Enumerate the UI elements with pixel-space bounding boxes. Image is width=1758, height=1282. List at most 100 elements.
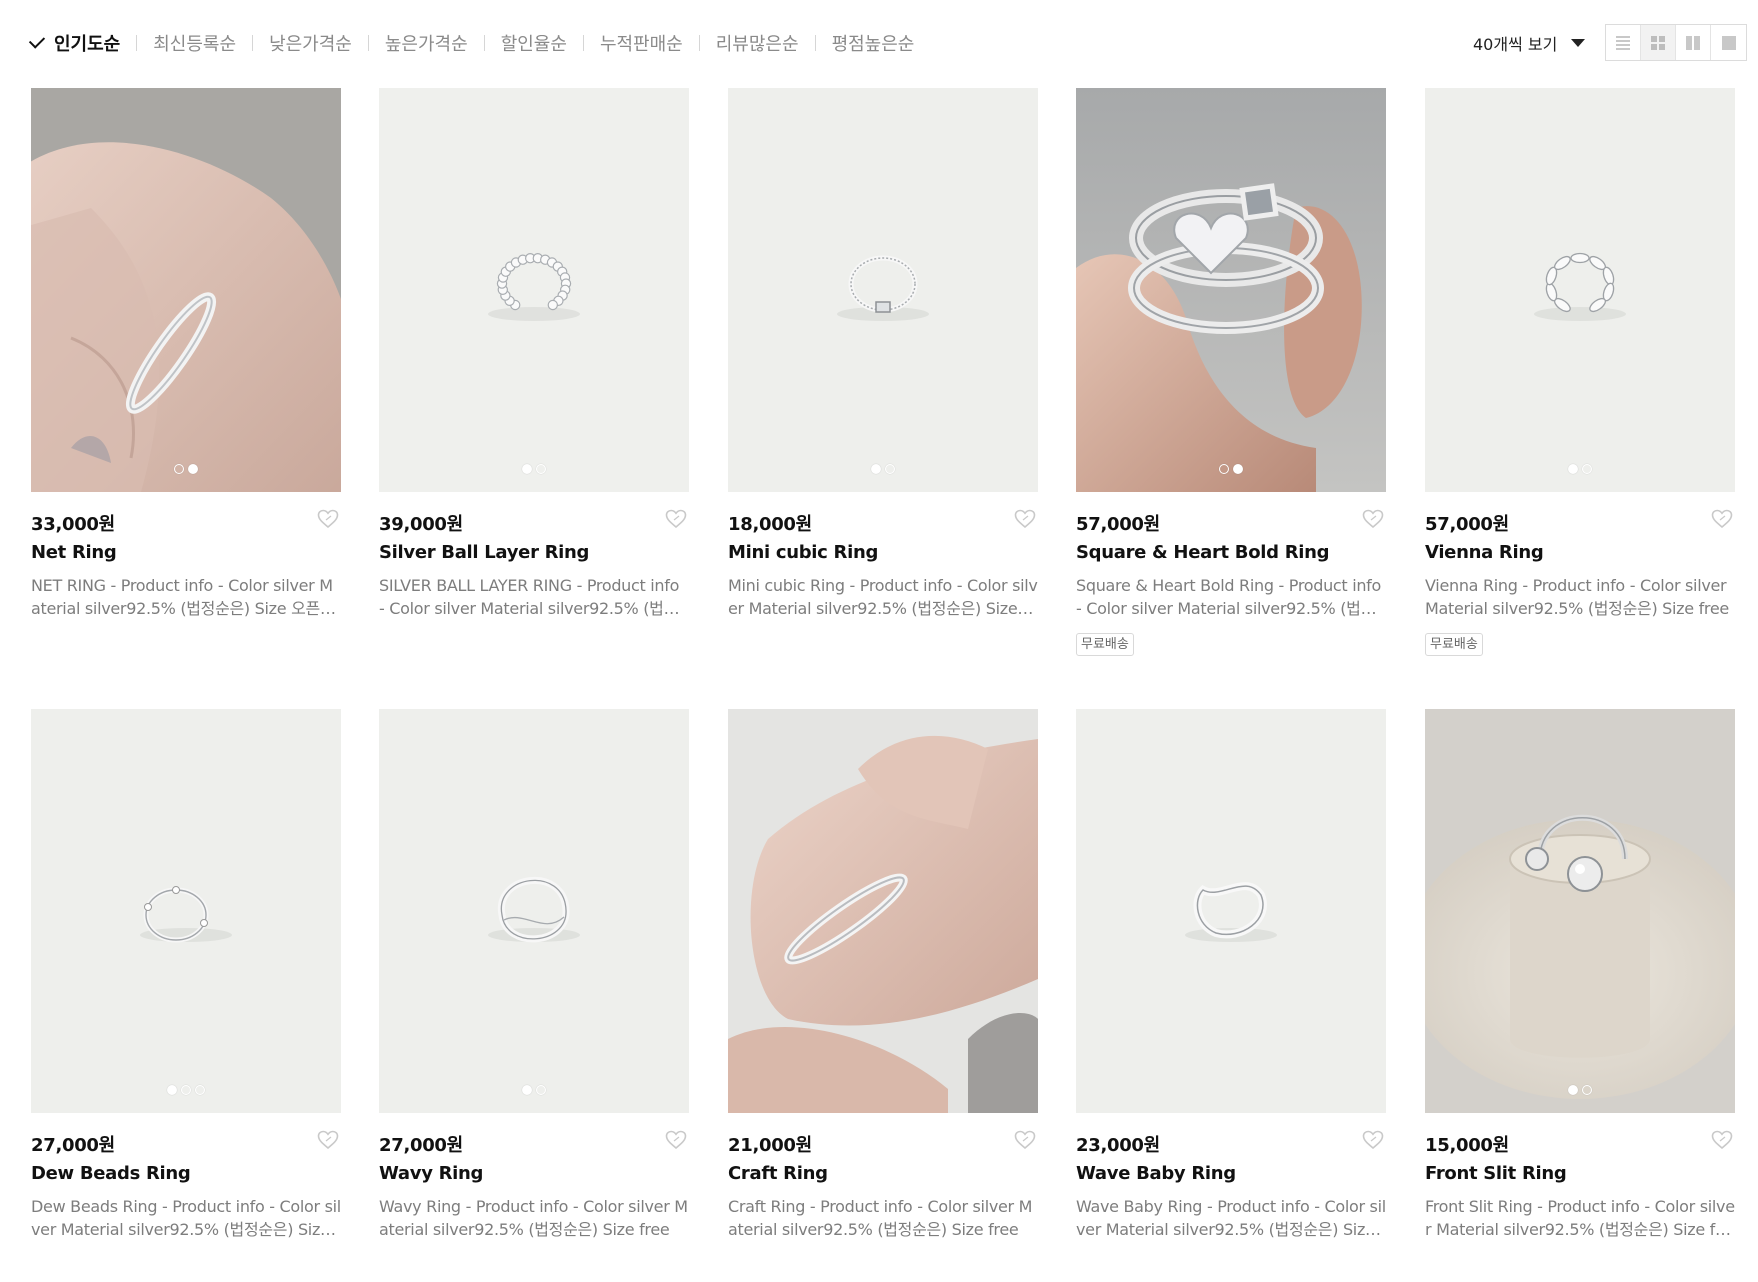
image-pager-dots bbox=[379, 1085, 689, 1095]
heart-icon[interactable] bbox=[1711, 509, 1733, 534]
product-name[interactable]: Wavy Ring bbox=[379, 1163, 689, 1187]
product-name[interactable]: Mini cubic Ring bbox=[728, 542, 1038, 566]
product-price: 15,000원 bbox=[1425, 1135, 1509, 1156]
heart-icon[interactable] bbox=[665, 509, 687, 534]
sort-option[interactable]: 최신등록순 bbox=[153, 30, 236, 56]
image-pager-dots bbox=[31, 464, 341, 474]
heart-icon[interactable] bbox=[1014, 1130, 1036, 1155]
product-name[interactable]: Vienna Ring bbox=[1425, 542, 1735, 566]
pager-dot[interactable] bbox=[536, 1085, 546, 1095]
product-description: Square & Heart Bold Ring - Product info … bbox=[1076, 576, 1381, 618]
sort-option[interactable]: 높은가격순 bbox=[385, 30, 468, 56]
pager-dot[interactable] bbox=[167, 1085, 177, 1095]
product-card[interactable]: 33,000원 Net Ring NET RING - Product info… bbox=[31, 88, 341, 620]
pager-dot[interactable] bbox=[522, 464, 532, 474]
pager-dot[interactable] bbox=[871, 464, 881, 474]
pager-dot[interactable] bbox=[1568, 464, 1578, 474]
sort-divider bbox=[582, 35, 584, 51]
product-image[interactable] bbox=[728, 88, 1038, 492]
heart-icon[interactable] bbox=[1711, 1130, 1733, 1155]
product-image[interactable] bbox=[1076, 88, 1386, 492]
product-card[interactable]: 27,000원 Dew Beads Ring Dew Beads Ring - … bbox=[31, 709, 341, 1241]
sort-divider bbox=[698, 35, 700, 51]
product-name[interactable]: Front Slit Ring bbox=[1425, 1163, 1735, 1187]
caret-down-icon bbox=[1571, 39, 1586, 47]
price-row: 15,000원 bbox=[1425, 1130, 1735, 1157]
image-pager-dots bbox=[31, 1085, 341, 1095]
view-single-button[interactable] bbox=[1711, 25, 1746, 60]
product-card[interactable]: 27,000원 Wavy Ring Wavy Ring - Product in… bbox=[379, 709, 689, 1241]
pager-dot[interactable] bbox=[1568, 1085, 1578, 1095]
heart-icon[interactable] bbox=[1362, 1130, 1384, 1155]
product-card[interactable]: 21,000원 Craft Ring Craft Ring - Product … bbox=[728, 709, 1038, 1241]
view-grid-button[interactable] bbox=[1641, 25, 1676, 60]
product-image[interactable] bbox=[379, 709, 689, 1113]
heart-icon[interactable] bbox=[1362, 509, 1384, 534]
product-price: 39,000원 bbox=[379, 514, 463, 535]
heart-icon[interactable] bbox=[317, 509, 339, 534]
sort-options: 인기도순 최신등록순 낮은가격순 높은가격순 할인율순 누적판매순 리뷰많은순 평점높은순 bbox=[28, 29, 915, 57]
heart-icon[interactable] bbox=[317, 1130, 339, 1155]
image-pager-dots bbox=[728, 464, 1038, 474]
product-card[interactable]: 57,000원 Vienna Ring Vienna Ring - Produc… bbox=[1425, 88, 1735, 656]
sort-option-label: 낮은가격순 bbox=[269, 34, 352, 55]
product-card[interactable]: 57,000원 Square & Heart Bold Ring Square … bbox=[1076, 88, 1386, 656]
heart-icon[interactable] bbox=[665, 1130, 687, 1155]
view-two-column-button[interactable] bbox=[1676, 25, 1711, 60]
pager-dot[interactable] bbox=[174, 464, 184, 474]
checkmark-icon bbox=[28, 32, 46, 49]
product-name[interactable]: Square & Heart Bold Ring bbox=[1076, 542, 1386, 566]
product-card[interactable]: 15,000원 Front Slit Ring Front Slit Ring … bbox=[1425, 709, 1735, 1241]
product-image[interactable] bbox=[1076, 709, 1386, 1113]
product-description: Mini cubic Ring - Product info - Color s… bbox=[728, 576, 1038, 618]
product-name[interactable]: Wave Baby Ring bbox=[1076, 1163, 1386, 1187]
product-price: 27,000원 bbox=[379, 1135, 463, 1156]
product-image[interactable] bbox=[379, 88, 689, 492]
pager-dot[interactable] bbox=[188, 464, 198, 474]
pager-dot[interactable] bbox=[1582, 464, 1592, 474]
sort-option[interactable]: 리뷰많은순 bbox=[716, 30, 799, 56]
pager-dot[interactable] bbox=[1219, 464, 1229, 474]
product-name[interactable]: Craft Ring bbox=[728, 1163, 1038, 1187]
product-image[interactable] bbox=[1425, 709, 1735, 1113]
product-image[interactable] bbox=[728, 709, 1038, 1113]
image-pager-dots bbox=[1425, 1085, 1735, 1095]
product-image[interactable] bbox=[1425, 88, 1735, 492]
price-row: 57,000원 bbox=[1076, 509, 1386, 536]
image-pager-dots bbox=[379, 464, 689, 474]
product-card[interactable]: 23,000원 Wave Baby Ring Wave Baby Ring - … bbox=[1076, 709, 1386, 1241]
price-row: 39,000원 bbox=[379, 509, 689, 536]
product-price: 57,000원 bbox=[1425, 514, 1509, 535]
pager-dot[interactable] bbox=[885, 464, 895, 474]
view-list-button[interactable] bbox=[1606, 25, 1641, 60]
sort-option-label: 인기도순 bbox=[54, 34, 121, 55]
items-per-page-label: 40개씩 보기 bbox=[1473, 35, 1558, 54]
product-description: Front Slit Ring - Product info - Color s… bbox=[1425, 1197, 1735, 1239]
product-card[interactable]: 18,000원 Mini cubic Ring Mini cubic Ring … bbox=[728, 88, 1038, 620]
image-pager-dots bbox=[1425, 464, 1735, 474]
items-per-page-select[interactable]: 40개씩 보기 bbox=[1473, 30, 1586, 56]
pager-dot[interactable] bbox=[536, 464, 546, 474]
product-name[interactable]: Silver Ball Layer Ring bbox=[379, 542, 689, 566]
product-name[interactable]: Net Ring bbox=[31, 542, 341, 566]
pager-dot[interactable] bbox=[522, 1085, 532, 1095]
product-image[interactable] bbox=[31, 709, 341, 1113]
sort-option[interactable]: 누적판매순 bbox=[600, 30, 683, 56]
sort-divider bbox=[814, 35, 816, 51]
sort-divider bbox=[136, 35, 138, 51]
view-mode-toggle bbox=[1605, 24, 1747, 61]
product-image[interactable] bbox=[31, 88, 341, 492]
sort-option[interactable]: 할인율순 bbox=[501, 30, 567, 56]
pager-dot[interactable] bbox=[1233, 464, 1243, 474]
pager-dot[interactable] bbox=[195, 1085, 205, 1095]
product-card[interactable]: 39,000원 Silver Ball Layer Ring SILVER BA… bbox=[379, 88, 689, 620]
sort-option[interactable]: 인기도순 bbox=[28, 30, 121, 56]
heart-icon[interactable] bbox=[1014, 509, 1036, 534]
sort-option[interactable]: 평점높은순 bbox=[832, 30, 915, 56]
sort-option[interactable]: 낮은가격순 bbox=[269, 30, 352, 56]
pager-dot[interactable] bbox=[1582, 1085, 1592, 1095]
sort-divider bbox=[252, 35, 254, 51]
pager-dot[interactable] bbox=[181, 1085, 191, 1095]
price-row: 33,000원 bbox=[31, 509, 341, 536]
product-name[interactable]: Dew Beads Ring bbox=[31, 1163, 341, 1187]
